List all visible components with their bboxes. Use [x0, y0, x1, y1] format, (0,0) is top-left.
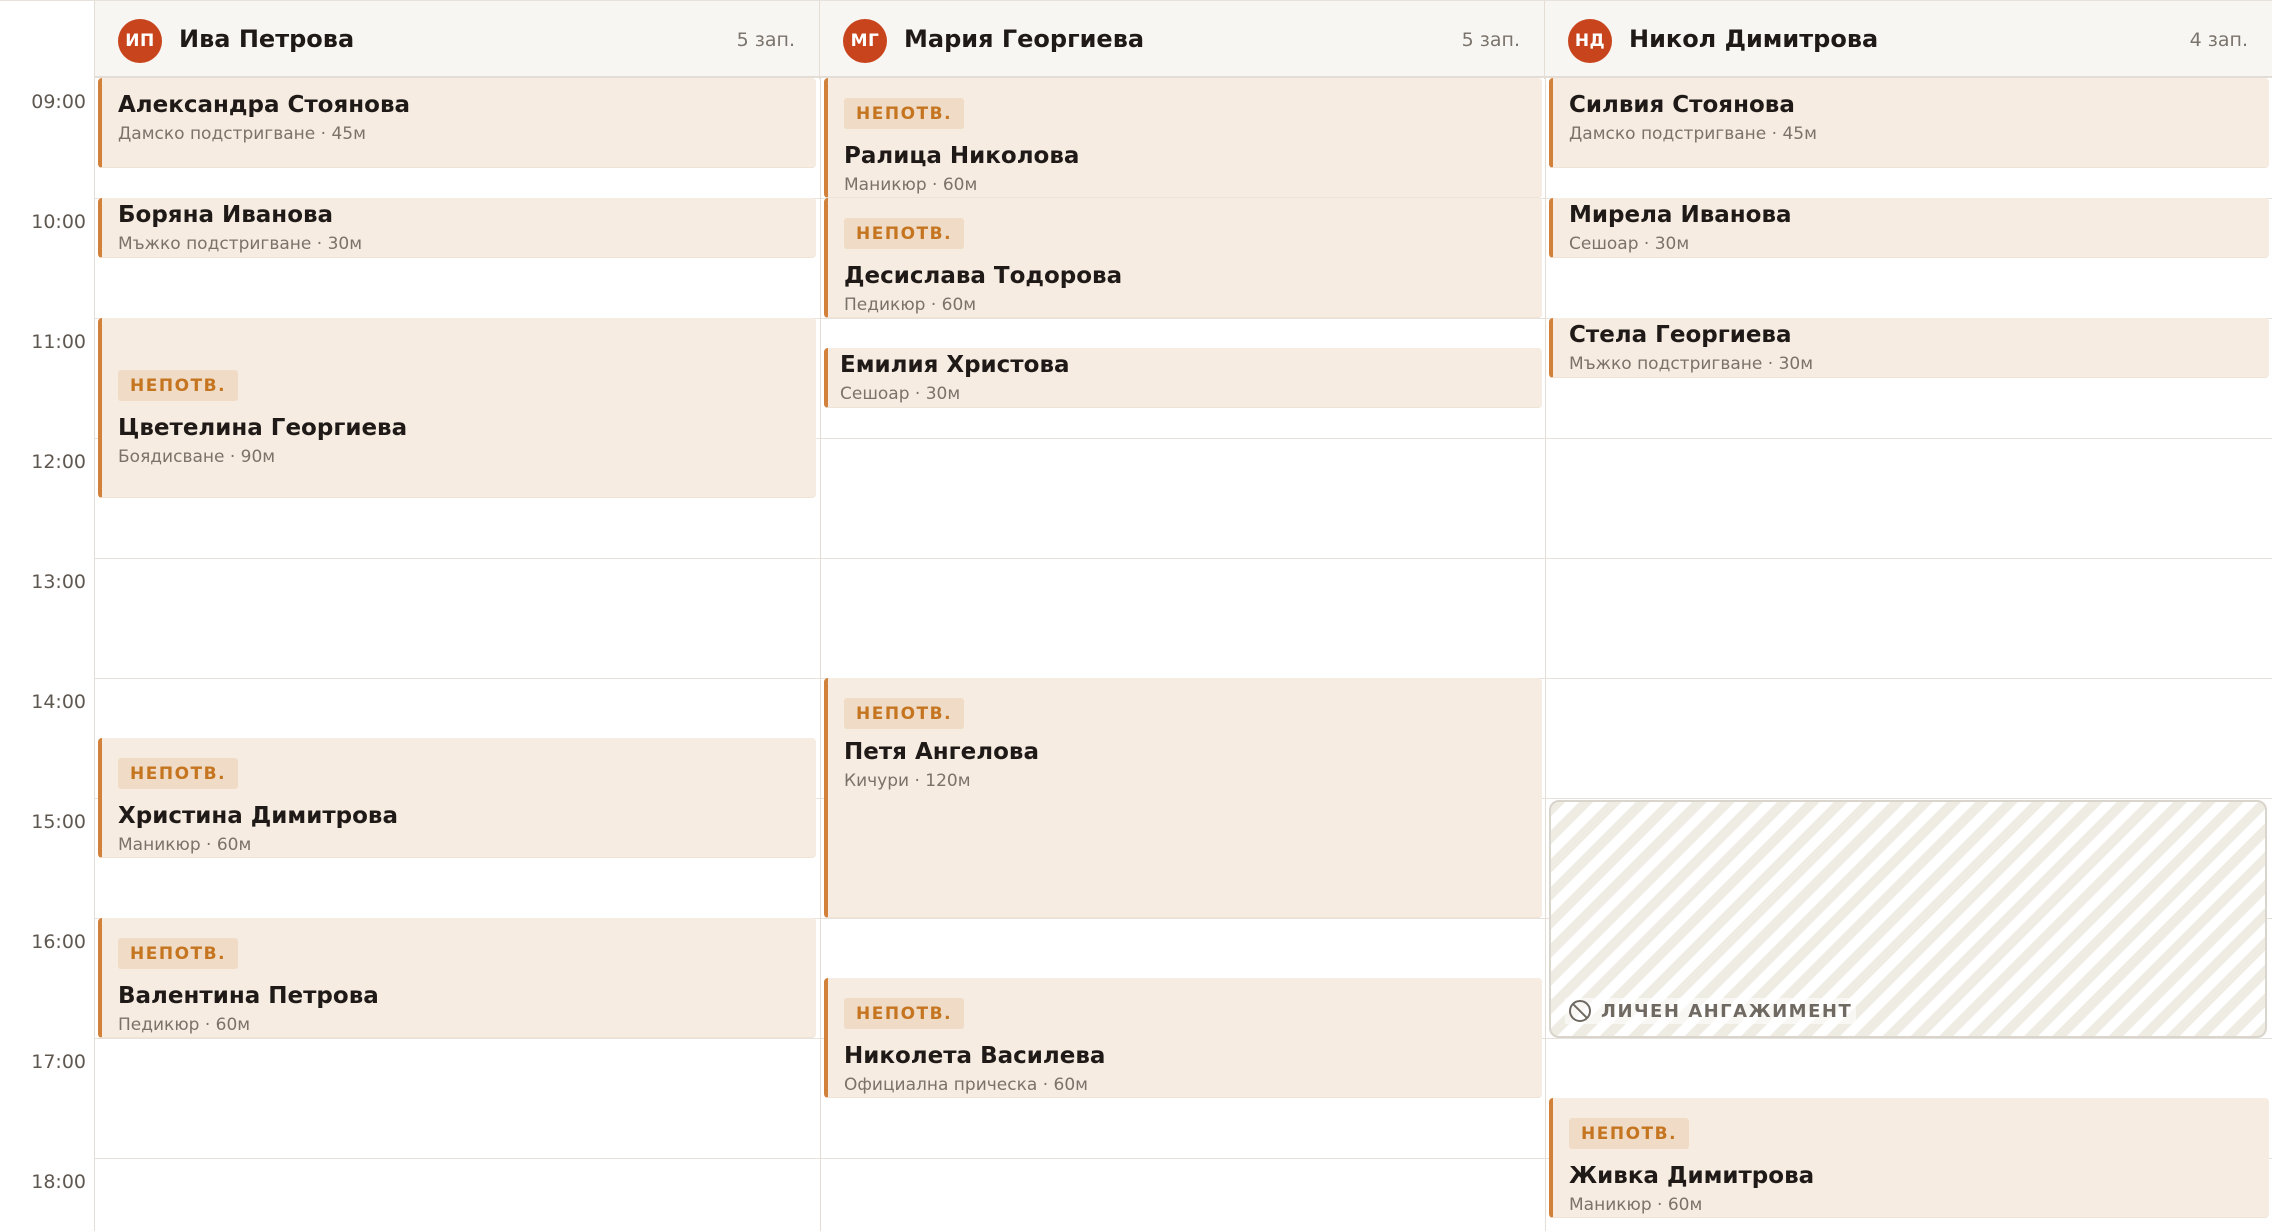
client-name: Мирела Иванова — [1569, 202, 1792, 228]
column-divider — [820, 78, 821, 1231]
service-info: Дамско подстригване · 45м — [1569, 124, 1817, 144]
appointment-card[interactable]: Мирела Иванова Сешоар · 30м — [1549, 198, 2269, 258]
service-info: Мъжко подстригване · 30м — [1569, 354, 1814, 374]
service-info: Мъжко подстригване · 30м — [118, 234, 363, 254]
appointment-card[interactable]: НЕПОТВ. Христина Димитрова Маникюр · 60м — [98, 738, 816, 858]
appointment-card[interactable]: НЕПОТВ. Ралица Николова Маникюр · 60м — [824, 78, 1542, 198]
appointment-card[interactable]: Стела Георгиева Мъжко подстригване · 30м — [1549, 318, 2269, 378]
time-label: 10:00 — [31, 211, 86, 233]
appointment-card[interactable]: НЕПОТВ. Петя Ангелова Кичури · 120м — [824, 678, 1542, 918]
client-name: Емилия Христова — [840, 352, 1070, 378]
time-label: 15:00 — [31, 811, 86, 833]
appointment-card[interactable]: Емилия Христова Сешоар · 30м — [824, 348, 1542, 408]
unconfirmed-badge: НЕПОТВ. — [118, 758, 239, 789]
service-info: Боядисване · 90м — [118, 447, 276, 467]
blocked-label: ЛИЧЕН АНГАЖИМЕНТ — [1565, 998, 1857, 1024]
avatar: НД — [1568, 19, 1612, 63]
appointment-count: 4 зап. — [2189, 29, 2248, 51]
appointment-card[interactable]: НЕПОТВ. Десислава Тодорова Педикюр · 60м — [824, 198, 1542, 318]
time-label: 11:00 — [31, 331, 86, 353]
client-name: Цветелина Георгиева — [118, 415, 408, 441]
time-label: 18:00 — [31, 1171, 86, 1193]
client-name: Валентина Петрова — [118, 983, 379, 1009]
time-label: 14:00 — [31, 691, 86, 713]
unconfirmed-badge: НЕПОТВ. — [844, 98, 965, 129]
appointment-card[interactable]: Силвия Стоянова Дамско подстригване · 45… — [1549, 78, 2269, 168]
unconfirmed-badge: НЕПОТВ. — [844, 698, 965, 729]
time-label: 17:00 — [31, 1051, 86, 1073]
appointment-card[interactable]: НЕПОТВ. Николета Василева Официална прич… — [824, 978, 1542, 1098]
service-info: Официална прическа · 60м — [844, 1075, 1088, 1095]
client-name: Петя Ангелова — [844, 739, 1039, 765]
client-name: Александра Стоянова — [118, 92, 411, 118]
client-name: Боряна Иванова — [118, 202, 334, 228]
service-info: Педикюр · 60м — [118, 1015, 251, 1035]
time-label: 16:00 — [31, 931, 86, 953]
service-info: Маникюр · 60м — [1569, 1195, 1703, 1215]
client-name: Христина Димитрова — [118, 803, 398, 829]
avatar: МГ — [843, 19, 887, 63]
blocked-time-slot[interactable]: ЛИЧЕН АНГАЖИМЕНТ — [1549, 800, 2267, 1038]
ban-icon — [1569, 1000, 1591, 1022]
staff-name: Никол Димитрова — [1629, 25, 1879, 53]
time-label: 12:00 — [31, 451, 86, 473]
client-name: Стела Георгиева — [1569, 322, 1792, 348]
appointment-count: 5 зап. — [1461, 29, 1520, 51]
staff-name: Ива Петрова — [179, 25, 355, 53]
schedule-grid[interactable]: Александра Стоянова Дамско подстригване … — [95, 78, 2272, 1231]
staff-column-header-2[interactable]: МГ Мария Георгиева 5 зап. — [820, 1, 1545, 79]
calendar: ИП Ива Петрова 5 зап. МГ Мария Георгиева… — [0, 0, 2272, 1231]
client-name: Живка Димитрова — [1569, 1163, 1815, 1189]
client-name: Николета Василева — [844, 1043, 1106, 1069]
blocked-label-text: ЛИЧЕН АНГАЖИМЕНТ — [1601, 1000, 1853, 1022]
appointment-card[interactable]: Боряна Иванова Мъжко подстригване · 30м — [98, 198, 816, 258]
service-info: Маникюр · 60м — [844, 175, 978, 195]
service-info: Педикюр · 60м — [844, 295, 977, 315]
staff-name: Мария Георгиева — [904, 25, 1145, 53]
time-gutter: 09:00 10:00 11:00 12:00 13:00 14:00 15:0… — [0, 78, 95, 1231]
service-info: Сешоар · 30м — [840, 384, 961, 404]
avatar: ИП — [118, 19, 162, 63]
unconfirmed-badge: НЕПОТВ. — [1569, 1118, 1690, 1149]
service-info: Кичури · 120м — [844, 771, 971, 791]
client-name: Ралица Николова — [844, 143, 1080, 169]
appointment-card[interactable]: Александра Стоянова Дамско подстригване … — [98, 78, 816, 168]
appointment-card[interactable]: НЕПОТВ. Живка Димитрова Маникюр · 60м — [1549, 1098, 2269, 1218]
service-info: Маникюр · 60м — [118, 835, 252, 855]
appointment-card[interactable]: НЕПОТВ. Валентина Петрова Педикюр · 60м — [98, 918, 816, 1038]
unconfirmed-badge: НЕПОТВ. — [844, 218, 965, 249]
appointment-count: 5 зап. — [736, 29, 795, 51]
time-label: 13:00 — [31, 571, 86, 593]
unconfirmed-badge: НЕПОТВ. — [118, 370, 239, 401]
staff-header-row: ИП Ива Петрова 5 зап. МГ Мария Георгиева… — [0, 0, 2272, 79]
service-info: Сешоар · 30м — [1569, 234, 1690, 254]
unconfirmed-badge: НЕПОТВ. — [118, 938, 239, 969]
staff-column-header-3[interactable]: НД Никол Димитрова 4 зап. — [1545, 1, 2272, 79]
client-name: Силвия Стоянова — [1569, 92, 1795, 118]
column-divider — [1545, 78, 1546, 1231]
appointment-card[interactable]: НЕПОТВ. Цветелина Георгиева Боядисване ·… — [98, 318, 816, 498]
unconfirmed-badge: НЕПОТВ. — [844, 998, 965, 1029]
client-name: Десислава Тодорова — [844, 263, 1123, 289]
hour-line — [95, 558, 2272, 559]
time-label: 09:00 — [31, 91, 86, 113]
service-info: Дамско подстригване · 45м — [118, 124, 366, 144]
staff-column-header-1[interactable]: ИП Ива Петрова 5 зап. — [95, 1, 820, 79]
header-gutter — [0, 1, 95, 79]
